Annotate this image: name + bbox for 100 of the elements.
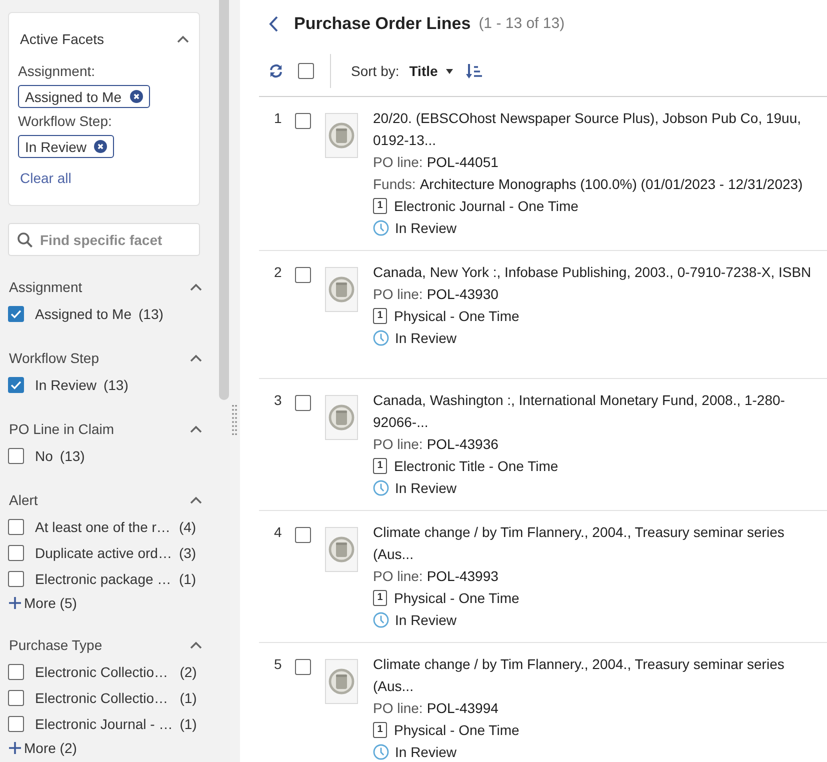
chevron-up-icon[interactable]	[190, 283, 202, 291]
order-type: Physical - One Time	[394, 308, 520, 324]
checkbox[interactable]	[8, 306, 24, 322]
quantity-badge: 1	[373, 722, 387, 738]
close-icon[interactable]	[130, 90, 142, 103]
plus-icon	[9, 597, 21, 609]
drag-handle-icon[interactable]	[232, 405, 237, 435]
thumbnail-icon	[325, 527, 358, 572]
checkbox[interactable]	[8, 448, 24, 464]
workflow-status: In Review	[395, 220, 456, 236]
field-value: POL-44051	[426, 153, 498, 172]
record-title[interactable]: Canada, Washington :, International Monetary Fund, 2008., 1-280-92066-...	[373, 389, 821, 433]
more-button[interactable]: More (2)	[8, 737, 77, 759]
facet-count: (1)	[180, 716, 197, 732]
thumbnail-icon	[325, 659, 358, 704]
facet-count: (2)	[180, 664, 197, 680]
chevron-up-icon[interactable]	[177, 35, 189, 43]
field-label: PO line:	[373, 435, 423, 454]
quantity-badge: 1	[373, 590, 387, 606]
facet-option[interactable]: In Review	[35, 377, 96, 393]
more-button[interactable]: More (5)	[8, 592, 77, 614]
clock-icon	[373, 220, 389, 236]
page-title: Purchase Order Lines	[294, 13, 471, 35]
quantity-badge: 1	[373, 458, 387, 474]
checkbox[interactable]	[8, 571, 24, 587]
facet-option[interactable]: Electronic package …	[35, 571, 172, 587]
clock-icon	[373, 480, 389, 496]
row-checkbox[interactable]	[295, 527, 311, 543]
scrollbar-thumb[interactable]	[219, 0, 229, 400]
facet-count: (1)	[180, 690, 197, 706]
thumbnail-icon	[325, 395, 358, 440]
facet-group-title: Assignment	[9, 278, 82, 297]
record-title[interactable]: Climate change / by Tim Flannery., 2004., Treasury seminar series (Aus...	[373, 653, 821, 697]
row-number: 2	[274, 263, 282, 282]
facet-count: (13)	[138, 306, 164, 322]
facet-label: Workflow Step:	[18, 112, 113, 131]
thumbnail-icon	[325, 113, 358, 158]
workflow-status: In Review	[395, 612, 456, 628]
field-label: PO line:	[373, 285, 423, 304]
facet-chip[interactable]: In Review	[18, 135, 114, 158]
row-checkbox[interactable]	[295, 395, 311, 411]
checkbox[interactable]	[8, 545, 24, 561]
facet-chip[interactable]: Assigned to Me	[18, 85, 150, 108]
search-icon	[17, 232, 33, 248]
facet-option[interactable]: Electronic Collectio…	[35, 690, 173, 706]
workflow-status: In Review	[395, 330, 456, 346]
close-icon[interactable]	[94, 140, 108, 153]
workflow-status: In Review	[395, 480, 456, 496]
checkbox[interactable]	[8, 519, 24, 535]
facet-option[interactable]: Duplicate active ord…	[35, 545, 172, 561]
refresh-icon[interactable]	[269, 64, 283, 78]
field-label: Funds:	[373, 175, 416, 194]
facet-option[interactable]: Assigned to Me	[35, 306, 132, 322]
facet-group-title: Workflow Step	[9, 349, 99, 368]
checkbox[interactable]	[8, 664, 24, 680]
facet-option[interactable]: At least one of the r…	[35, 519, 172, 535]
field-value: Architecture Monographs (100.0%) (01/01/2023 - 12/31/2023)	[420, 175, 803, 194]
sort-order-icon[interactable]	[466, 63, 482, 79]
workflow-status: In Review	[395, 744, 456, 760]
row-checkbox[interactable]	[295, 659, 311, 675]
chevron-up-icon[interactable]	[190, 641, 202, 649]
row-checkbox[interactable]	[295, 113, 311, 129]
row-number: 1	[274, 109, 282, 128]
chevron-up-icon[interactable]	[190, 496, 202, 504]
facet-count: (13)	[103, 377, 128, 393]
row-checkbox[interactable]	[295, 267, 311, 283]
chevron-up-icon[interactable]	[190, 425, 202, 433]
facet-option[interactable]: No	[35, 448, 53, 464]
field-value: POL-43930	[426, 285, 498, 304]
field-label: PO line:	[373, 153, 423, 172]
result-range: (1 - 13 of 13)	[478, 14, 565, 34]
row-number: 3	[274, 391, 282, 410]
checkbox[interactable]	[8, 690, 24, 706]
clear-all-link[interactable]: Clear all	[20, 168, 72, 188]
record-title[interactable]: Climate change / by Tim Flannery., 2004., Treasury seminar series (Aus...	[373, 521, 821, 565]
facet-option[interactable]: Electronic Journal - …	[35, 716, 173, 732]
order-type: Electronic Journal - One Time	[394, 198, 578, 214]
record-title[interactable]: Canada, New York :, Infobase Publishing, 2003., 0-7910-7238-X, ISBN	[373, 261, 821, 283]
facet-group-title: Alert	[9, 491, 38, 510]
facet-count: (3)	[178, 545, 196, 561]
facet-count: (4)	[178, 519, 196, 535]
field-value: POL-43994	[426, 699, 498, 718]
caret-icon	[446, 68, 453, 74]
plus-icon	[9, 742, 21, 754]
back-icon[interactable]	[269, 16, 278, 32]
quantity-badge: 1	[373, 198, 387, 214]
order-type: Electronic Title - One Time	[394, 458, 558, 474]
quantity-badge: 1	[373, 308, 387, 324]
sort-dropdown[interactable]: Title	[409, 63, 453, 79]
field-label: PO line:	[373, 699, 423, 718]
record-title[interactable]: 20/20. (EBSCOhost Newspaper Source Plus), Jobson Pub Co, 19uu, 0192-13...	[373, 107, 821, 151]
checkbox[interactable]	[8, 377, 24, 393]
chevron-up-icon[interactable]	[190, 354, 202, 362]
facet-label: Assignment:	[18, 62, 96, 81]
select-all-checkbox[interactable]	[298, 63, 314, 79]
clock-icon	[373, 744, 389, 760]
search-field[interactable]: Find specific facet	[8, 223, 200, 256]
checkbox[interactable]	[8, 716, 24, 732]
facet-count: (13)	[60, 448, 85, 464]
facet-option[interactable]: Electronic Collectio…	[35, 664, 173, 680]
